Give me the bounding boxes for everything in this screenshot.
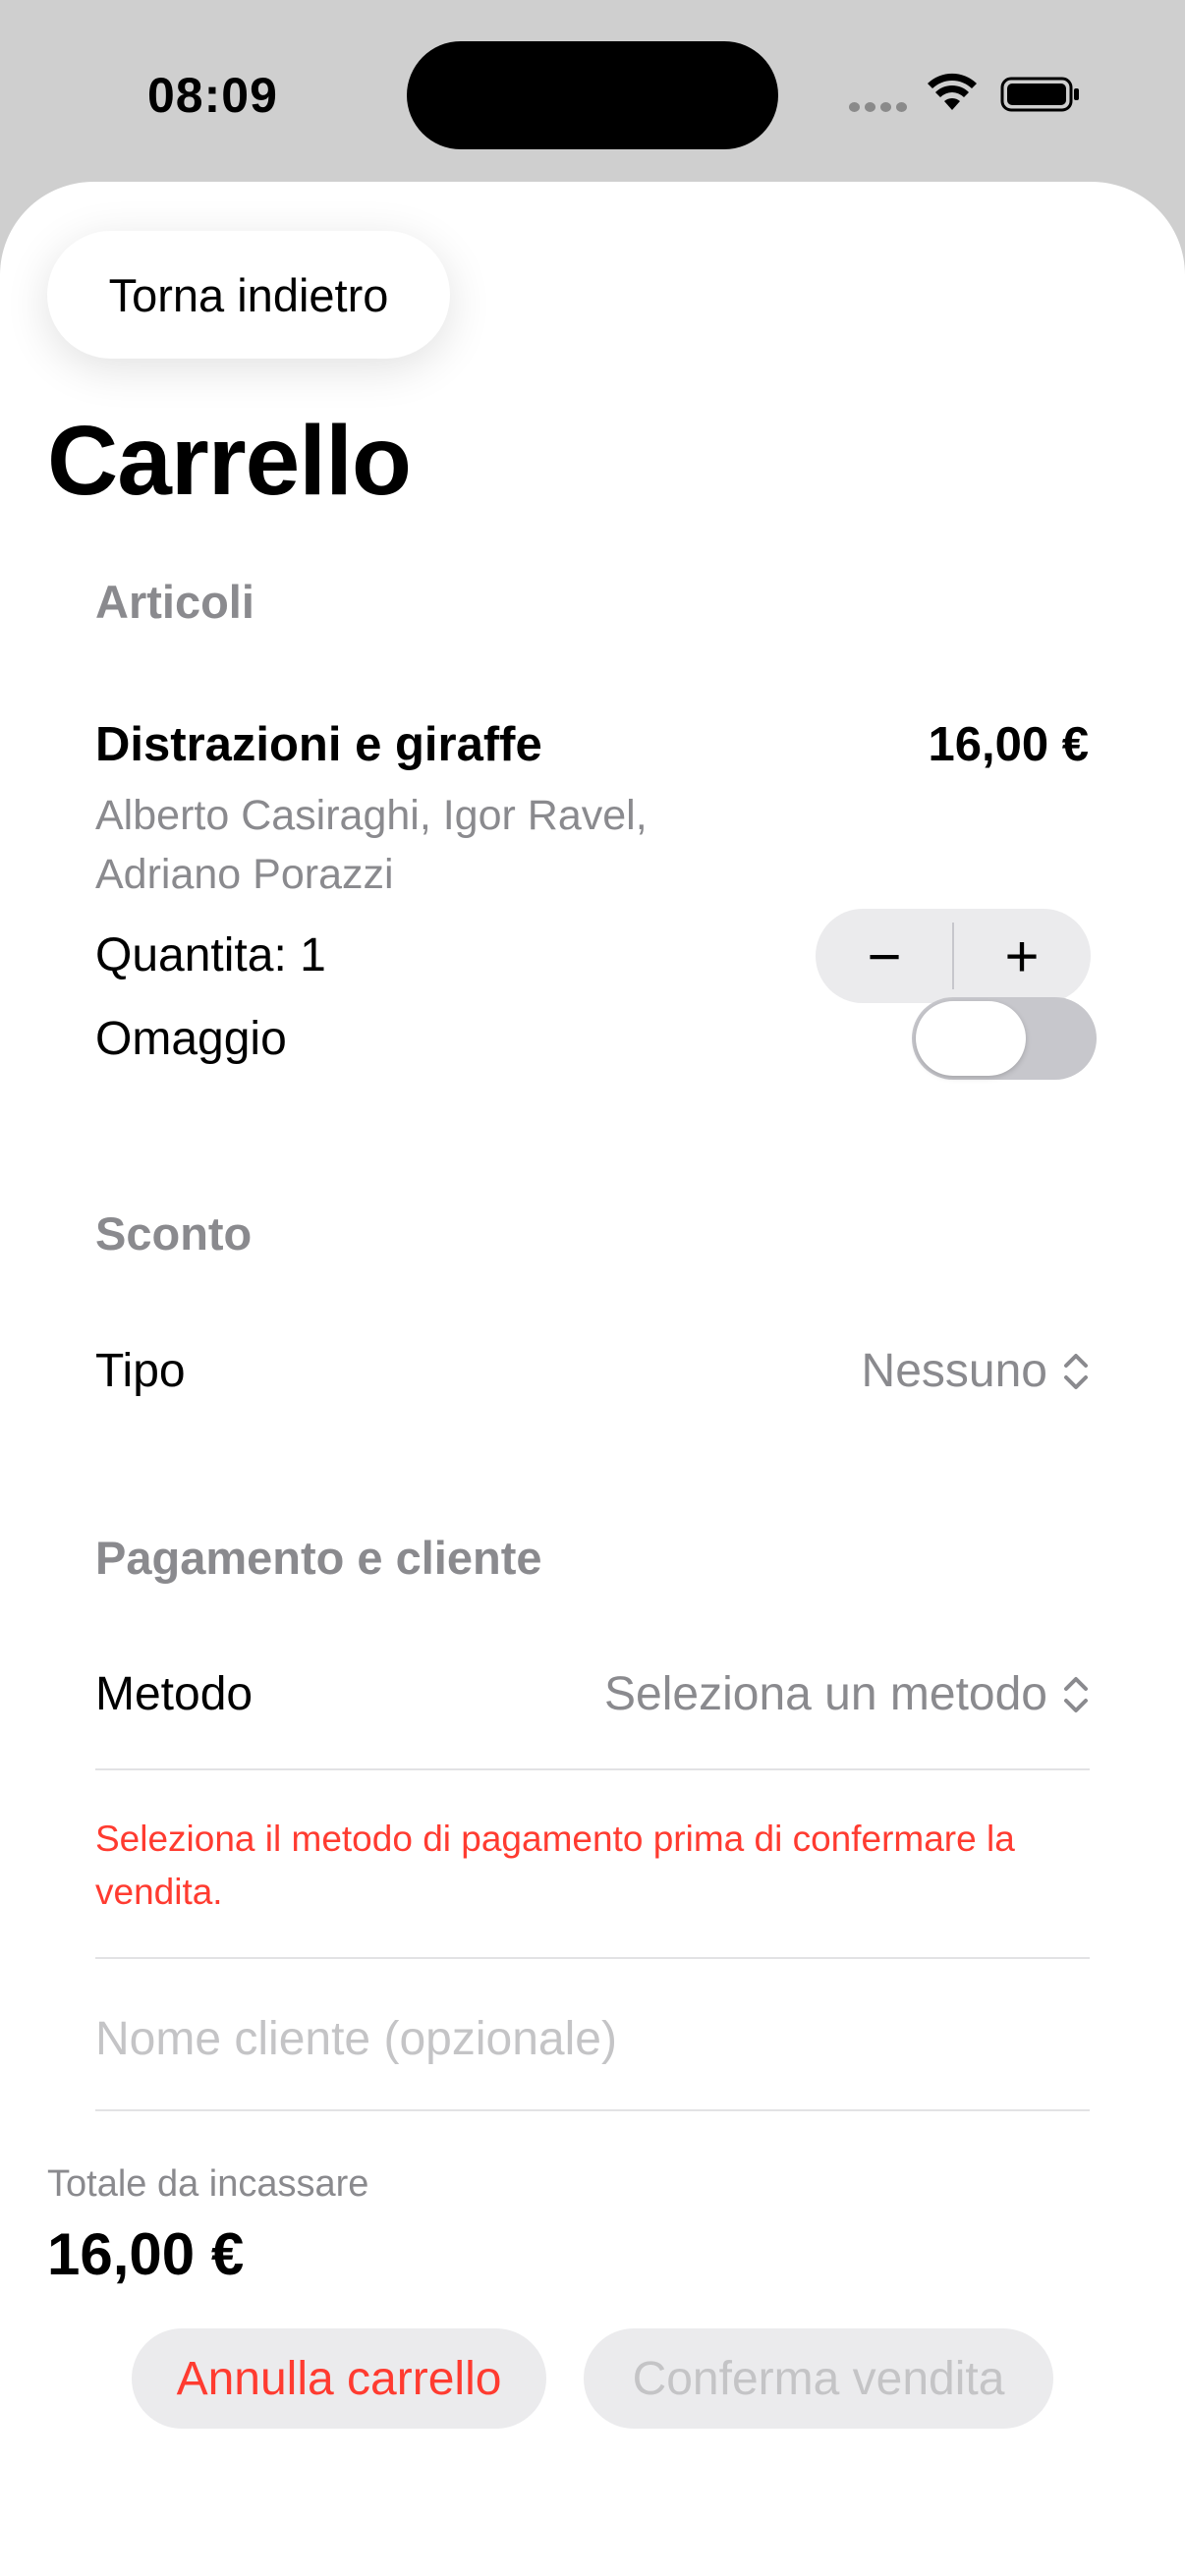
page-title: Carrello [47, 406, 412, 516]
toggle-knob [916, 1001, 1026, 1076]
cart-item-price: 16,00 € [928, 718, 1090, 771]
battery-icon [1000, 77, 1079, 112]
divider [95, 2109, 1090, 2111]
increment-button[interactable]: + [953, 909, 1091, 1003]
discount-type-value: Nessuno [861, 1345, 1047, 1397]
cart-item-authors: Alberto Casiraghi, Igor Ravel, Adriano P… [95, 792, 648, 898]
gift-toggle[interactable] [912, 997, 1097, 1080]
quantity-stepper: − + [816, 909, 1091, 1003]
cart-item-title: Distrazioni e giraffe [95, 718, 542, 771]
customer-name-input[interactable] [95, 1999, 1090, 2078]
status-time: 08:09 [147, 68, 278, 123]
decrement-button[interactable]: − [816, 909, 953, 1003]
payment-error-message: Seleziona il metodo di pagamento prima d… [95, 1819, 1015, 1912]
payment-method-label: Metodo [95, 1668, 254, 1720]
chevron-up-down-icon [1064, 1353, 1088, 1389]
gift-label: Omaggio [95, 1013, 287, 1065]
discount-type-picker[interactable]: Nessuno [862, 1344, 1091, 1398]
cellular-dots-icon [849, 102, 908, 112]
total-label: Totale da incassare [47, 2163, 369, 2205]
section-header-pagamento: Pagamento e cliente [95, 1532, 542, 1584]
dynamic-island [407, 41, 778, 149]
section-header-articoli: Articoli [95, 576, 254, 628]
wifi-icon [928, 73, 977, 110]
total-amount: 16,00 € [47, 2221, 245, 2287]
divider [95, 1768, 1090, 1770]
chevron-up-down-icon [1064, 1676, 1088, 1712]
back-button[interactable]: Torna indietro [47, 231, 450, 359]
section-header-sconto: Sconto [95, 1207, 253, 1260]
payment-method-picker[interactable]: Seleziona un metodo [604, 1667, 1091, 1721]
quantity-label: Quantita: 1 [95, 929, 326, 981]
payment-method-value: Seleziona un metodo [604, 1668, 1047, 1720]
cancel-cart-button[interactable]: Annulla carrello [132, 2328, 546, 2429]
divider [95, 1957, 1090, 1959]
confirm-sale-button[interactable]: Conferma vendita [584, 2328, 1053, 2429]
status-bar: 08:09 [0, 0, 1185, 187]
discount-type-label: Tipo [95, 1345, 186, 1397]
